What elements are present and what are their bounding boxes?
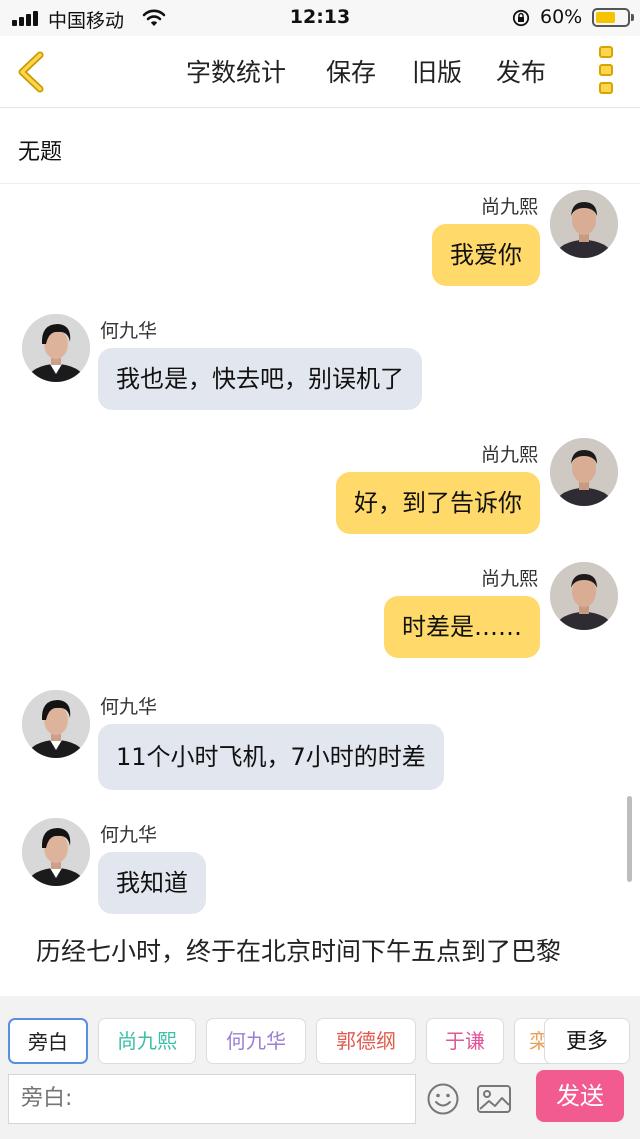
avatar[interactable] — [22, 818, 90, 886]
message-sender: 尚九熙 — [480, 196, 538, 218]
role-selector-bar: 旁白 尚九熙 何九华 郭德纲 于谦 栾 更多 — [0, 996, 640, 1070]
avatar[interactable] — [550, 562, 618, 630]
message-bubble[interactable]: 好，到了告诉你 — [336, 472, 540, 534]
avatar[interactable] — [22, 690, 90, 758]
avatar[interactable] — [550, 190, 618, 258]
message-bubble[interactable]: 我也是，快去吧，别误机了 — [98, 348, 422, 410]
status-bar: 中国移动 12:13 60% — [0, 0, 640, 36]
old-version-button[interactable]: 旧版 — [412, 53, 462, 89]
input-bar: 发送 — [0, 1070, 640, 1139]
orientation-lock-icon — [512, 9, 530, 27]
message-bubble[interactable]: 我爱你 — [432, 224, 540, 286]
role-chip-yu-qian[interactable]: 于谦 — [426, 1018, 504, 1064]
role-chip-shang-jiuxi[interactable]: 尚九熙 — [98, 1018, 196, 1064]
document-title-row[interactable]: 无题 — [0, 108, 640, 184]
message-sender: 尚九熙 — [480, 568, 538, 590]
app-screen: 中国移动 12:13 60% 字数统计 保存 旧版 发布 无题 尚九熙 我爱你 … — [0, 0, 640, 1139]
more-menu-icon[interactable] — [596, 46, 616, 96]
send-button[interactable]: 发送 — [536, 1070, 624, 1122]
battery-icon — [592, 8, 630, 27]
role-chip-guo-degang[interactable]: 郭德纲 — [316, 1018, 416, 1064]
message-bubble[interactable]: 11个小时飞机，7小时的时差 — [98, 724, 444, 790]
message-sender: 何九华 — [100, 696, 158, 718]
message-input[interactable] — [8, 1074, 416, 1124]
message-sender: 何九华 — [100, 320, 158, 342]
chat-area[interactable]: 尚九熙 我爱你 何九华 我也是，快去吧，别误机了 尚九熙 好，到了告诉你 尚九熙… — [0, 184, 640, 996]
publish-button[interactable]: 发布 — [496, 53, 546, 89]
chat-scrollbar[interactable] — [627, 796, 632, 882]
role-chip-narrator[interactable]: 旁白 — [8, 1018, 88, 1064]
battery-percent: 60% — [540, 6, 583, 28]
role-chip-he-jiuhua[interactable]: 何九华 — [206, 1018, 306, 1064]
document-title[interactable]: 无题 — [18, 134, 62, 166]
more-roles-button[interactable]: 更多 — [544, 1018, 630, 1064]
emoji-icon[interactable] — [426, 1082, 460, 1116]
message-sender: 何九华 — [100, 824, 158, 846]
back-chevron-icon[interactable] — [12, 50, 52, 94]
top-nav-bar: 字数统计 保存 旧版 发布 — [0, 36, 640, 108]
avatar[interactable] — [550, 438, 618, 506]
message-bubble[interactable]: 我知道 — [98, 852, 206, 914]
save-button[interactable]: 保存 — [326, 53, 376, 89]
image-icon[interactable] — [476, 1082, 512, 1116]
message-bubble[interactable]: 时差是…… — [384, 596, 540, 658]
avatar[interactable] — [22, 314, 90, 382]
word-count-button[interactable]: 字数统计 — [186, 53, 286, 89]
narration-text[interactable]: 历经七小时，终于在北京时间下午五点到了巴黎 — [36, 938, 606, 966]
message-sender: 尚九熙 — [480, 444, 538, 466]
